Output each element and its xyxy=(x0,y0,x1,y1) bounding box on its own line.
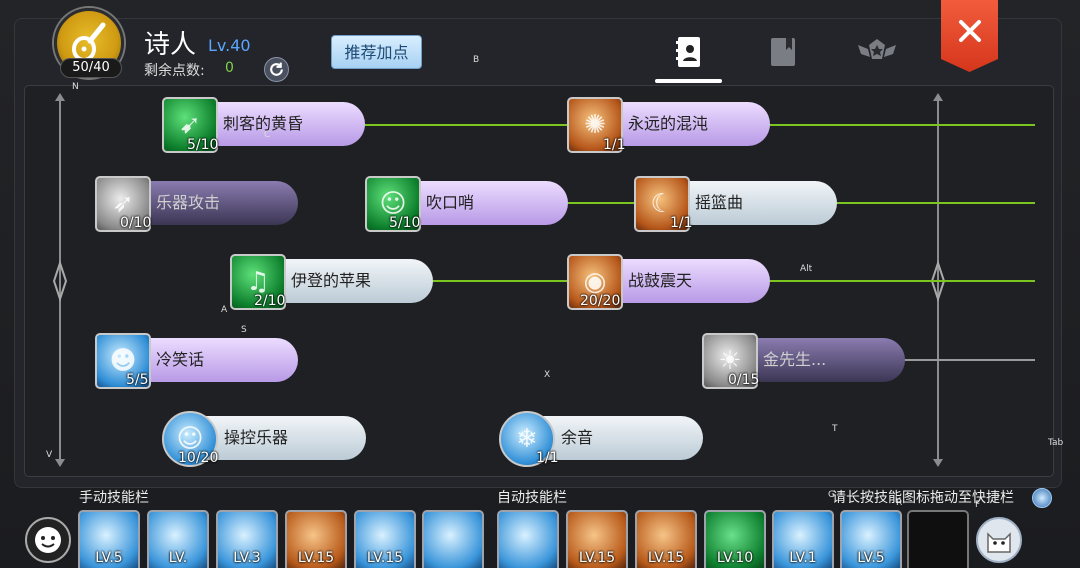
skill-connector xyxy=(765,280,1035,282)
key-hint: Alt xyxy=(800,264,813,274)
skills-tab-icon xyxy=(676,37,700,67)
skill-level: 5/10 xyxy=(187,137,219,153)
slot-level: LV.15 xyxy=(297,550,335,566)
skill-name: 刺客的黄昏 xyxy=(223,114,304,133)
skill-name: 冷笑话 xyxy=(156,350,205,369)
skill-level: 1/1 xyxy=(536,450,559,466)
close-button[interactable] xyxy=(941,0,998,72)
slot-level: LV.1 xyxy=(789,550,817,566)
slot-level: LV. xyxy=(168,550,188,566)
skill-connector xyxy=(563,202,639,204)
skill-connector xyxy=(900,359,1035,361)
book-tab-icon xyxy=(771,38,795,66)
slot-level: LV.15 xyxy=(647,550,685,566)
slot-level: LV.15 xyxy=(366,550,404,566)
tab-emblem[interactable] xyxy=(856,32,898,72)
skill-level: 5/5 xyxy=(126,372,149,388)
key-hint: N xyxy=(72,82,79,92)
skill-connector xyxy=(832,202,1035,204)
skill-slot[interactable] xyxy=(497,510,559,568)
skill-name: 永远的混沌 xyxy=(628,114,709,133)
left-rail-ornament xyxy=(53,93,67,467)
skill-level: 0/15 xyxy=(728,372,760,388)
skill-name: 余音 xyxy=(561,428,594,447)
auto-skill-bar-label: 自动技能栏 xyxy=(497,490,567,506)
skill-level: 1/1 xyxy=(603,137,626,153)
skill-level: 0/10 xyxy=(120,215,152,231)
skill-level: 1/1 xyxy=(670,215,693,231)
skill-slot[interactable]: LV. xyxy=(147,510,209,568)
key-hint: X xyxy=(544,370,551,380)
skill-slot[interactable]: LV.15 xyxy=(285,510,347,568)
skill-slot[interactable] xyxy=(422,510,484,568)
slot-level: LV.5 xyxy=(95,550,123,566)
skill-level: 20/20 xyxy=(580,293,621,309)
manual-skill-bar-label: 手动技能栏 xyxy=(79,490,149,506)
xp-counter: 50/40 xyxy=(60,58,122,78)
slot-level: LV.3 xyxy=(233,550,261,566)
class-name: 诗人 xyxy=(144,30,197,60)
skill-name: 伊登的苹果 xyxy=(291,271,372,290)
skill-name: 操控乐器 xyxy=(224,428,289,447)
skill-slot[interactable]: LV.15 xyxy=(354,510,416,568)
skill-slot[interactable]: LV.15 xyxy=(566,510,628,568)
skill-slot[interactable]: LV.5 xyxy=(78,510,140,568)
slot-level: LV.15 xyxy=(578,550,616,566)
cat-icon xyxy=(987,532,1011,553)
face-icon xyxy=(35,527,61,553)
skill-screen: 50/40 诗人 Lv.40 剩余点数: 0 推荐加点 刺客的黄昏 ➹ 5/10… xyxy=(0,0,1080,568)
remaining-points-label: 剩余点数: xyxy=(144,63,205,79)
key-hint: B xyxy=(473,55,480,65)
recommend-points-button[interactable]: 推荐加点 xyxy=(331,35,422,69)
key-hint: S xyxy=(241,325,247,335)
remaining-points-value: 0 xyxy=(225,60,234,76)
skill-slot[interactable]: LV.15 xyxy=(635,510,697,568)
slot-level: LV.5 xyxy=(857,550,885,566)
refresh-icon xyxy=(270,62,283,76)
reset-points-button[interactable] xyxy=(264,57,289,82)
skill-slot[interactable]: LV.1 xyxy=(772,510,834,568)
key-hint: V xyxy=(46,450,53,460)
key-hint: T xyxy=(832,424,838,434)
skill-name: 金先生... xyxy=(763,350,827,369)
skill-slot[interactable]: LV.5 xyxy=(840,510,902,568)
pet-button[interactable] xyxy=(976,517,1022,563)
skill-level: 5/10 xyxy=(389,215,421,231)
close-icon xyxy=(958,20,981,42)
skill-slot[interactable]: LV.10 xyxy=(704,510,766,568)
emote-button[interactable] xyxy=(25,517,71,563)
skill-name: 战鼓震天 xyxy=(628,271,693,290)
class-level: Lv.40 xyxy=(208,36,251,55)
info-icon[interactable] xyxy=(1032,488,1052,508)
skill-level: 2/10 xyxy=(254,293,286,309)
skill-name: 乐器攻击 xyxy=(156,193,221,212)
skill-name: 摇篮曲 xyxy=(695,193,744,212)
skill-name: 吹口哨 xyxy=(426,193,475,212)
skill-slot[interactable]: LV.3 xyxy=(216,510,278,568)
tab-skills[interactable] xyxy=(668,32,710,72)
skill-connector xyxy=(765,124,1035,126)
skill-connector xyxy=(428,280,570,282)
key-hint: A xyxy=(221,305,228,315)
drag-hint: 请长按技能图标拖动至快捷栏 xyxy=(832,490,1014,506)
tab-book[interactable] xyxy=(762,32,804,72)
emblem-tab-icon xyxy=(858,39,896,59)
key-hint: Tab xyxy=(1048,438,1064,448)
key-hint: C xyxy=(264,130,271,140)
empty-skill-slot[interactable] xyxy=(907,510,969,568)
active-tab-indicator xyxy=(655,79,722,83)
slot-level: LV.10 xyxy=(716,550,754,566)
skill-level: 10/20 xyxy=(178,450,219,466)
skill-connector xyxy=(360,124,570,126)
